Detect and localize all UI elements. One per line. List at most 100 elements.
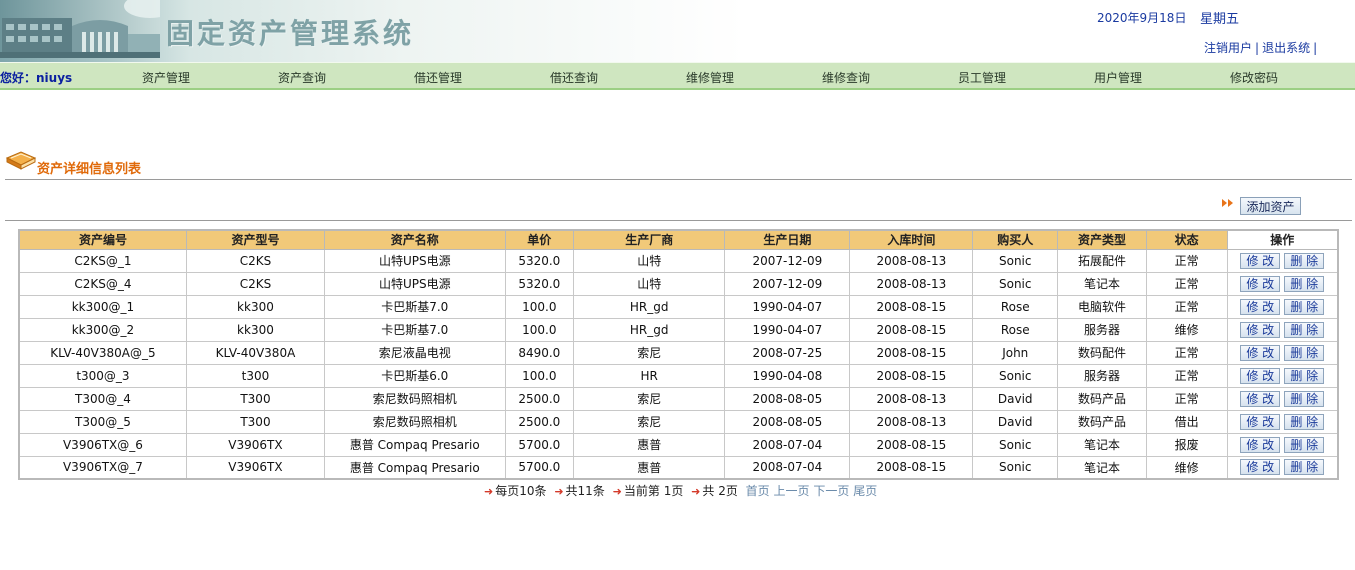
row-actions: 修 改删 除 <box>1226 294 1339 319</box>
table-cell: 笔记本 <box>1057 432 1147 457</box>
table-header-row: 资产编号 资产型号 资产名称 单价 生产厂商 生产日期 入库时间 购买人 资产类… <box>18 229 1339 250</box>
table-cell: 维修 <box>1145 455 1228 480</box>
arrow-bullet-icon: ➜ <box>484 485 494 498</box>
divider <box>5 220 1352 221</box>
first-page-link[interactable]: 首页 <box>746 484 770 498</box>
app-title: 固定资产管理系统 <box>166 17 415 50</box>
table-cell: John <box>972 340 1059 365</box>
arrow-bullet-icon: ➜ <box>554 485 564 498</box>
nav-asset-query[interactable]: 资产查询 <box>278 69 326 86</box>
table-cell: David <box>972 409 1059 434</box>
separator: | <box>1313 41 1318 55</box>
table-cell: T300 <box>185 409 326 434</box>
delete-button[interactable]: 删 除 <box>1284 298 1325 315</box>
edit-button[interactable]: 修 改 <box>1240 298 1281 315</box>
edit-button[interactable]: 修 改 <box>1240 459 1281 476</box>
nav-borrow-management[interactable]: 借还管理 <box>414 69 462 86</box>
add-asset-button[interactable]: 添加资产 <box>1240 197 1301 215</box>
table-cell: 惠普 <box>573 455 726 480</box>
table-cell: 100.0 <box>504 317 575 342</box>
row-actions: 修 改删 除 <box>1226 455 1339 480</box>
table-row: kk300@_2 kk300 卡巴斯基7.0 100.0 HR_gd 1990-04-07… <box>18 317 1339 342</box>
table-cell: 2008-08-13 <box>849 409 974 434</box>
next-page-link[interactable]: 下一页 <box>813 484 849 498</box>
delete-button[interactable]: 删 除 <box>1284 321 1325 338</box>
table-cell: 索尼 <box>573 386 726 411</box>
nav-change-password[interactable]: 修改密码 <box>1230 69 1278 86</box>
table-cell: C2KS <box>185 248 326 273</box>
table-cell: Sonic <box>972 248 1059 273</box>
delete-button[interactable]: 删 除 <box>1284 252 1325 269</box>
table-cell: 5320.0 <box>504 271 575 296</box>
app-header: 固定资产管理系统 2020年9月18日 星期五 注销用户 | 退出系统 | <box>0 0 1355 62</box>
nav-repair-query[interactable]: 维修查询 <box>822 69 870 86</box>
table-cell: HR <box>573 363 726 388</box>
column-header: 状态 <box>1145 229 1228 250</box>
table-cell: 8490.0 <box>504 340 575 365</box>
nav-employee-management[interactable]: 员工管理 <box>958 69 1006 86</box>
delete-button[interactable]: 删 除 <box>1284 459 1325 476</box>
column-header: 操作 <box>1226 229 1339 250</box>
logout-user-link[interactable]: 注销用户 <box>1204 41 1252 55</box>
current-weekday: 星期五 <box>1200 12 1240 27</box>
edit-button[interactable]: 修 改 <box>1240 321 1281 338</box>
table-cell: 索尼数码照相机 <box>324 409 506 434</box>
delete-button[interactable]: 删 除 <box>1284 275 1325 292</box>
edit-button[interactable]: 修 改 <box>1240 390 1281 407</box>
table-cell: 2500.0 <box>504 386 575 411</box>
arrow-bullet-icon: ➜ <box>612 485 622 498</box>
table-cell: 2008-08-15 <box>849 340 974 365</box>
table-cell: 5700.0 <box>504 432 575 457</box>
nav-repair-management[interactable]: 维修管理 <box>686 69 734 86</box>
table-cell: 100.0 <box>504 363 575 388</box>
separator: | <box>1255 41 1260 55</box>
table-cell: V3906TX <box>185 455 326 480</box>
pagination: ➜ 每页10条 ➜ 共11条 ➜ 当前第 1页 ➜ 共 2页 首页 上一页 下一页 尾页 <box>484 482 877 499</box>
total-count-text: 共11条 <box>565 484 605 498</box>
edit-button[interactable]: 修 改 <box>1240 252 1281 269</box>
edit-button[interactable]: 修 改 <box>1240 367 1281 384</box>
arrow-bullet-icon: ➜ <box>691 485 701 498</box>
table-cell: 2008-08-15 <box>849 363 974 388</box>
table-cell: T300@_5 <box>18 409 187 434</box>
table-cell: 2008-08-15 <box>849 455 974 480</box>
table-cell: 2008-08-05 <box>724 409 851 434</box>
nav-borrow-query[interactable]: 借还查询 <box>550 69 598 86</box>
table-row: V3906TX@_7 V3906TX 惠普 Compaq Presario 5700.… <box>18 455 1339 480</box>
table-row: T300@_4 T300 索尼数码照相机 2500.0 索尼 2008-08-05 2008… <box>18 386 1339 411</box>
exit-system-link[interactable]: 退出系统 <box>1262 41 1310 55</box>
delete-button[interactable]: 删 除 <box>1284 436 1325 453</box>
table-cell: 山特 <box>573 248 726 273</box>
column-header: 资产编号 <box>18 229 187 250</box>
table-cell: Sonic <box>972 432 1059 457</box>
table-cell: 2008-08-13 <box>849 271 974 296</box>
table-cell: t300@_3 <box>18 363 187 388</box>
asset-table-body: C2KS@_1 C2KS 山特UPS电源 5320.0 山特 2007-12-09 2008… <box>18 248 1339 480</box>
table-cell: V3906TX@_7 <box>18 455 187 480</box>
table-cell: 正常 <box>1145 386 1228 411</box>
table-cell: Sonic <box>972 455 1059 480</box>
table-cell: 正常 <box>1145 363 1228 388</box>
edit-button[interactable]: 修 改 <box>1240 413 1281 430</box>
column-header: 资产型号 <box>185 229 326 250</box>
asset-table: 资产编号 资产型号 资产名称 单价 生产厂商 生产日期 入库时间 购买人 资产类… <box>18 229 1339 480</box>
edit-button[interactable]: 修 改 <box>1240 344 1281 361</box>
table-cell: 借出 <box>1145 409 1228 434</box>
table-cell: 5700.0 <box>504 455 575 480</box>
table-row: V3906TX@_6 V3906TX 惠普 Compaq Presario 5700.… <box>18 432 1339 457</box>
edit-button[interactable]: 修 改 <box>1240 275 1281 292</box>
prev-page-link[interactable]: 上一页 <box>774 484 810 498</box>
last-page-link[interactable]: 尾页 <box>853 484 877 498</box>
row-actions: 修 改删 除 <box>1226 363 1339 388</box>
nav-asset-management[interactable]: 资产管理 <box>142 69 190 86</box>
delete-button[interactable]: 删 除 <box>1284 413 1325 430</box>
table-cell: 山特UPS电源 <box>324 271 506 296</box>
table-cell: 山特 <box>573 271 726 296</box>
column-header: 生产厂商 <box>573 229 726 250</box>
nav-user-management[interactable]: 用户管理 <box>1094 69 1142 86</box>
edit-button[interactable]: 修 改 <box>1240 436 1281 453</box>
delete-button[interactable]: 删 除 <box>1284 344 1325 361</box>
delete-button[interactable]: 删 除 <box>1284 390 1325 407</box>
delete-button[interactable]: 删 除 <box>1284 367 1325 384</box>
table-cell: 索尼 <box>573 340 726 365</box>
